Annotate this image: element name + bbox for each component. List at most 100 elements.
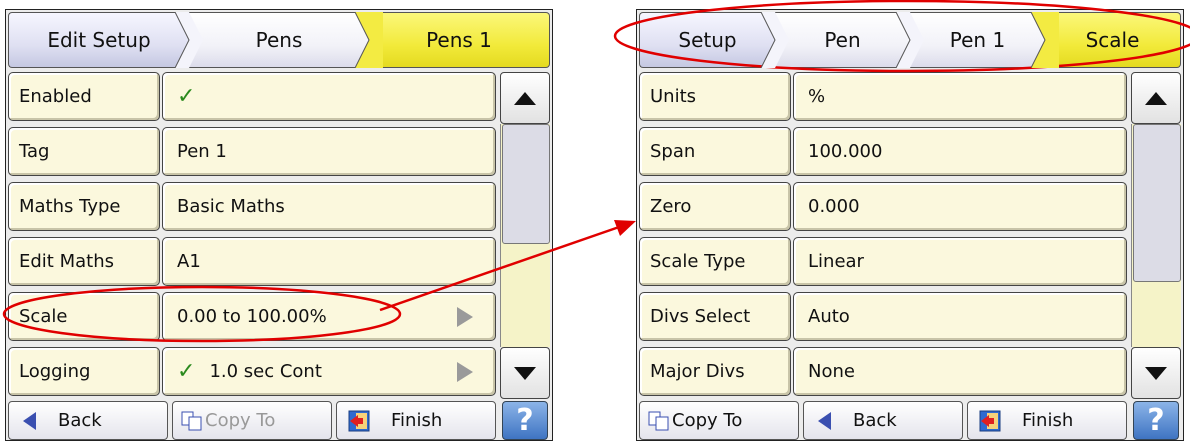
- row-label: Maths Type: [8, 182, 160, 231]
- breadcrumb: Edit Setup Pens Pens 1: [8, 12, 550, 68]
- breadcrumb-label: Pens: [255, 28, 303, 52]
- enabled-value[interactable]: ✓: [162, 72, 496, 121]
- row-tag[interactable]: Tag Pen 1: [8, 127, 496, 176]
- row-label: Zero: [639, 182, 791, 231]
- finish-button[interactable]: Finish: [336, 401, 496, 440]
- scroll-up-icon: [1145, 91, 1167, 105]
- breadcrumb-setup[interactable]: Setup: [639, 12, 789, 68]
- bottom-toolbar: Copy To Back Finish ?: [639, 401, 1183, 440]
- check-icon: ✓: [177, 84, 196, 109]
- row-label: Major Divs: [639, 347, 791, 396]
- breadcrumb-edit-setup[interactable]: Edit Setup: [8, 12, 203, 68]
- row-maths-type[interactable]: Maths Type Basic Maths: [8, 182, 496, 231]
- row-label: Scale: [8, 292, 160, 341]
- row-label: Logging: [8, 347, 160, 396]
- breadcrumb-scale[interactable]: Scale: [1045, 12, 1181, 68]
- row-label: Enabled: [8, 72, 160, 121]
- pen-scale-screen: Setup Pen Pen 1 Scale Units % Span 100.0…: [636, 9, 1184, 441]
- row-label: Divs Select: [639, 292, 791, 341]
- scroll-track[interactable]: [500, 124, 550, 347]
- copy-to-button[interactable]: Copy To: [639, 401, 799, 440]
- breadcrumb-pen[interactable]: Pen: [775, 12, 924, 68]
- units-value[interactable]: %: [793, 72, 1127, 121]
- scale-value-text: 0.00 to 100.00%: [177, 306, 327, 327]
- breadcrumb-separator-icon: [761, 12, 789, 68]
- major-divs-value[interactable]: None: [793, 347, 1127, 396]
- copy-to-label: Copy To: [205, 410, 276, 431]
- breadcrumb-label: Scale: [1085, 28, 1140, 52]
- finish-icon: [348, 410, 370, 431]
- scroll-thumb[interactable]: [1133, 124, 1181, 282]
- scroll-down-button[interactable]: [1131, 347, 1181, 399]
- arrow-head-icon: [614, 220, 636, 236]
- scrollbar[interactable]: [500, 72, 550, 399]
- logging-value-text: 1.0 sec Cont: [209, 361, 322, 382]
- logging-value[interactable]: ✓ 1.0 sec Cont: [162, 347, 496, 396]
- breadcrumb-separator-icon: [175, 12, 203, 68]
- scroll-up-button[interactable]: [1131, 72, 1181, 124]
- scrollbar[interactable]: [1131, 72, 1181, 399]
- copy-to-button[interactable]: Copy To: [172, 401, 332, 440]
- back-button[interactable]: Back: [8, 401, 168, 440]
- scroll-track[interactable]: [1131, 124, 1181, 347]
- divs-select-value[interactable]: Auto: [793, 292, 1127, 341]
- row-divs-select[interactable]: Divs Select Auto: [639, 292, 1127, 341]
- row-label: Units: [639, 72, 791, 121]
- breadcrumb-pens-1[interactable]: Pens 1: [369, 12, 550, 68]
- breadcrumb-separator-icon: [896, 12, 924, 68]
- finish-button[interactable]: Finish: [967, 401, 1127, 440]
- breadcrumb-pens[interactable]: Pens: [189, 12, 383, 68]
- breadcrumb: Setup Pen Pen 1 Scale: [639, 12, 1181, 68]
- breadcrumb-label: Pens 1: [426, 28, 492, 52]
- copy-icon: [648, 411, 669, 430]
- breadcrumb-pen-1[interactable]: Pen 1: [910, 12, 1059, 68]
- scroll-down-button[interactable]: [500, 347, 550, 399]
- scale-type-value[interactable]: Linear: [793, 237, 1127, 286]
- row-label: Span: [639, 127, 791, 176]
- tag-value[interactable]: Pen 1: [162, 127, 496, 176]
- row-scale[interactable]: Scale 0.00 to 100.00%: [8, 292, 496, 341]
- scroll-up-icon: [514, 91, 536, 105]
- row-major-divs[interactable]: Major Divs None: [639, 347, 1127, 396]
- row-label: Tag: [8, 127, 160, 176]
- finish-icon: [979, 410, 1001, 431]
- row-span[interactable]: Span 100.000: [639, 127, 1127, 176]
- scroll-down-icon: [1145, 366, 1167, 380]
- row-edit-maths[interactable]: Edit Maths A1: [8, 237, 496, 286]
- breadcrumb-separator-icon: [1031, 12, 1059, 68]
- back-label: Back: [853, 410, 897, 431]
- help-icon: ?: [516, 403, 534, 438]
- pens-1-screen: Edit Setup Pens Pens 1 Enabled ✓ Tag Pen…: [5, 9, 553, 441]
- row-enabled[interactable]: Enabled ✓: [8, 72, 496, 121]
- breadcrumb-label: Pen: [824, 28, 861, 52]
- breadcrumb-label: Pen 1: [949, 28, 1006, 52]
- help-icon: ?: [1147, 403, 1165, 438]
- back-button[interactable]: Back: [803, 401, 963, 440]
- row-units[interactable]: Units %: [639, 72, 1127, 121]
- scroll-up-button[interactable]: [500, 72, 550, 124]
- help-button[interactable]: ?: [502, 401, 548, 440]
- copy-to-label: Copy To: [672, 410, 743, 431]
- finish-label: Finish: [391, 410, 443, 431]
- breadcrumb-label: Edit Setup: [47, 28, 151, 52]
- breadcrumb-separator-icon: [355, 12, 383, 68]
- play-arrow-icon: [457, 362, 473, 382]
- row-zero[interactable]: Zero 0.000: [639, 182, 1127, 231]
- breadcrumb-label: Setup: [678, 28, 737, 52]
- finish-label: Finish: [1022, 410, 1074, 431]
- bottom-toolbar: Back Copy To Finish ?: [8, 401, 552, 440]
- play-arrow-icon: [457, 307, 473, 327]
- edit-maths-value[interactable]: A1: [162, 237, 496, 286]
- zero-value[interactable]: 0.000: [793, 182, 1127, 231]
- row-logging[interactable]: Logging ✓ 1.0 sec Cont: [8, 347, 496, 396]
- scroll-thumb[interactable]: [502, 124, 550, 244]
- row-label: Edit Maths: [8, 237, 160, 286]
- row-label: Scale Type: [639, 237, 791, 286]
- row-scale-type[interactable]: Scale Type Linear: [639, 237, 1127, 286]
- scroll-down-icon: [514, 366, 536, 380]
- span-value[interactable]: 100.000: [793, 127, 1127, 176]
- scale-value[interactable]: 0.00 to 100.00%: [162, 292, 496, 341]
- copy-icon: [181, 411, 202, 430]
- help-button[interactable]: ?: [1133, 401, 1179, 440]
- maths-type-value[interactable]: Basic Maths: [162, 182, 496, 231]
